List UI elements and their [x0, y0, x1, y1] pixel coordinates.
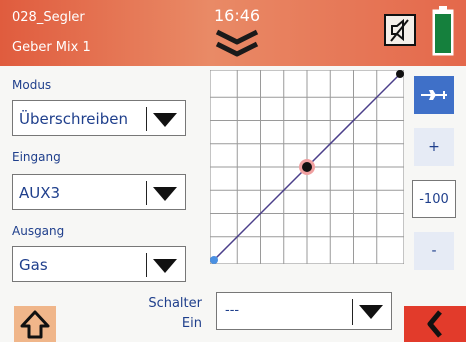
ausgang-select[interactable]: Gas — [12, 246, 186, 282]
eingang-value: AUX3 — [19, 184, 61, 202]
schalter-label-line1: Schalter — [148, 296, 202, 311]
page-title: Geber Mix 1 — [12, 40, 91, 55]
battery-icon — [432, 6, 454, 56]
schalter-select[interactable]: --- — [216, 292, 392, 330]
ausgang-value: Gas — [19, 256, 48, 274]
dropdown-arrow-icon — [153, 259, 177, 273]
schalter-label-line2: Ein — [181, 316, 202, 331]
ausgang-label: Ausgang — [12, 224, 65, 238]
model-name: 028_Segler — [12, 10, 85, 25]
mute-button[interactable] — [384, 14, 416, 46]
modus-value: Überschreiben — [19, 110, 128, 128]
curve-point-center[interactable] — [302, 162, 312, 172]
modus-select[interactable]: Überschreiben — [12, 100, 186, 136]
dropdown-arrow-icon — [153, 113, 177, 127]
select-divider — [352, 299, 353, 325]
back-button[interactable] — [404, 306, 466, 342]
modus-label: Modus — [12, 78, 52, 92]
header-bar: 028_Segler Geber Mix 1 16:46 — [0, 0, 466, 66]
chevron-down-icon[interactable] — [212, 28, 262, 60]
home-button[interactable] — [14, 306, 56, 342]
curve-point-end[interactable] — [396, 70, 404, 78]
increment-button[interactable]: + — [414, 128, 454, 166]
schalter-label: Schalter Ein — [140, 294, 202, 334]
airplane-icon — [421, 90, 447, 100]
mix-curve-graph[interactable] — [210, 70, 404, 264]
eingang-select[interactable]: AUX3 — [12, 174, 186, 210]
select-divider — [146, 253, 147, 277]
schalter-value: --- — [225, 303, 240, 318]
point-value-display: -100 — [412, 180, 456, 218]
clock: 16:46 — [214, 6, 261, 25]
dropdown-arrow-icon — [359, 305, 383, 319]
chevron-left-icon — [427, 310, 442, 338]
dropdown-arrow-icon — [153, 187, 177, 201]
decrement-button[interactable]: - — [414, 232, 454, 270]
curve-point-start[interactable] — [210, 256, 218, 264]
speaker-muted-icon — [390, 18, 409, 42]
select-divider — [146, 107, 147, 131]
select-divider — [146, 181, 147, 205]
home-icon — [20, 310, 50, 339]
flight-mode-button[interactable] — [414, 76, 454, 114]
eingang-label: Eingang — [12, 150, 61, 164]
